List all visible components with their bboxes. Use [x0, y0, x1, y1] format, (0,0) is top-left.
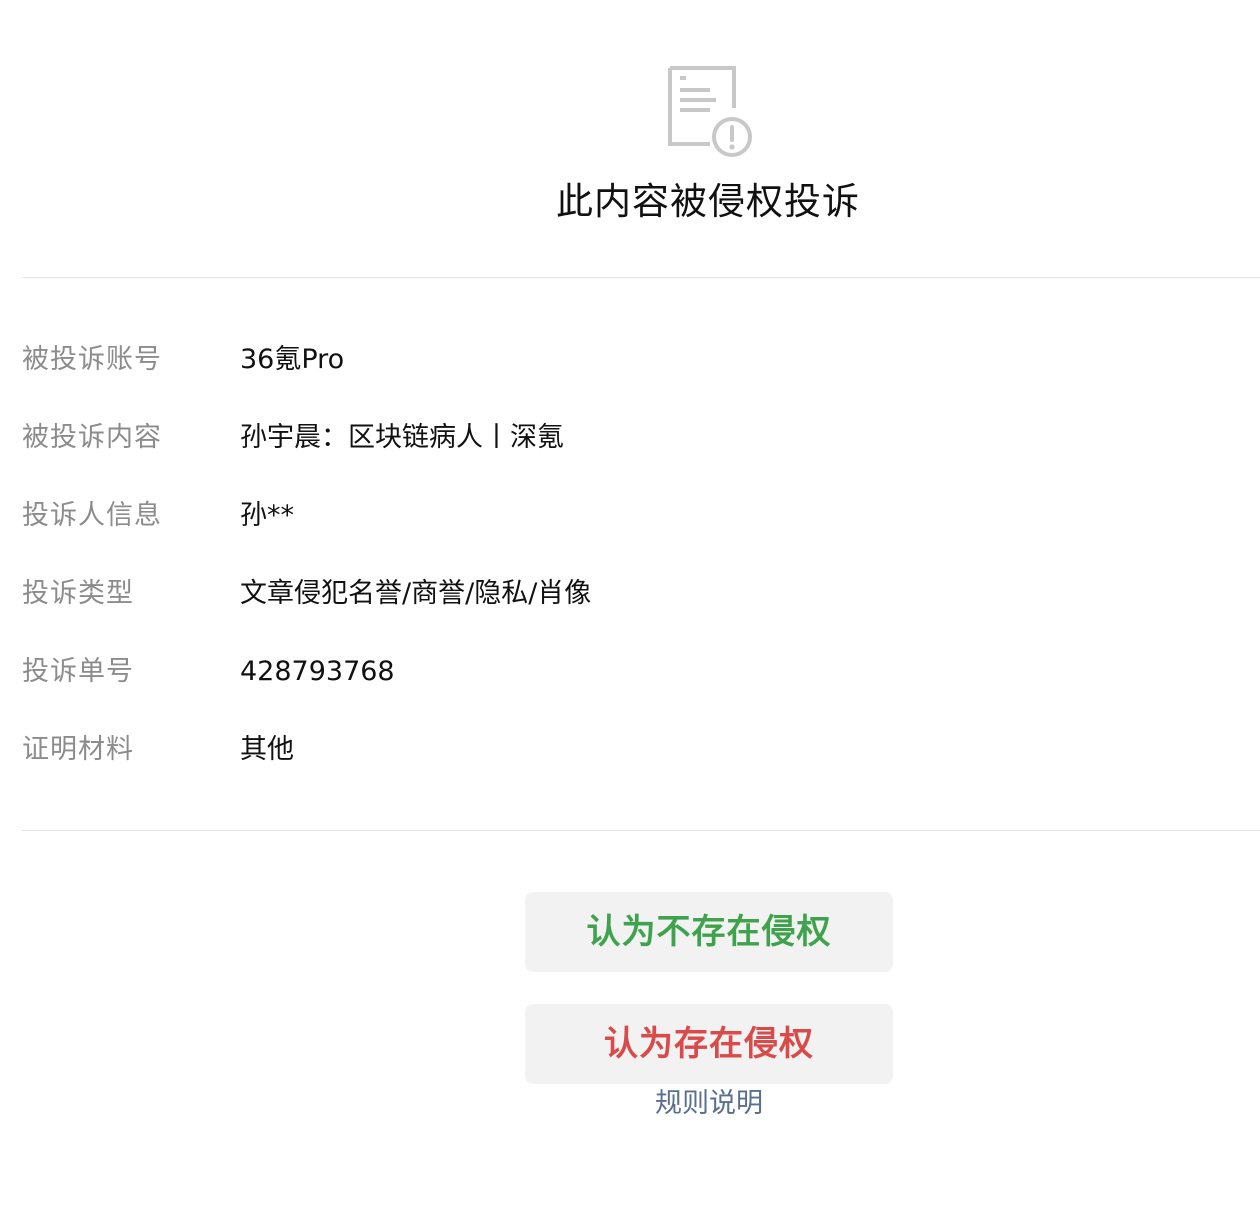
content-value: 孙宇晨：区块链病人丨深氪	[240, 422, 564, 453]
evidence-value: 其他	[240, 734, 294, 765]
document-warning-icon	[668, 66, 752, 157]
page-title: 此内容被侵权投诉	[556, 180, 860, 223]
complaint-number-value: 428793768	[240, 656, 395, 687]
complaint-page: 此内容被侵权投诉 被投诉账号 36氪Pro 被投诉内容 孙宇晨：区块链病人丨深氪…	[0, 0, 1260, 1222]
no-infringement-button[interactable]: 认为不存在侵权	[525, 892, 893, 972]
complaint-type-value: 文章侵犯名誉/商誉/隐私/肖像	[240, 578, 592, 609]
rules-link[interactable]: 规则说明	[525, 1084, 893, 1124]
header: 此内容被侵权投诉	[0, 0, 1260, 278]
infringement-button[interactable]: 认为存在侵权	[525, 1004, 893, 1084]
info-row-complainant: 投诉人信息 孙**	[0, 486, 1260, 564]
complaint-number-label: 投诉单号	[22, 656, 134, 687]
account-value: 36氪Pro	[240, 344, 345, 375]
info-row-account: 被投诉账号 36氪Pro	[0, 330, 1260, 408]
bottom-divider	[22, 830, 1260, 831]
complainant-label: 投诉人信息	[22, 500, 162, 531]
complaint-type-label: 投诉类型	[22, 578, 134, 609]
top-divider	[22, 277, 1260, 278]
info-row-content: 被投诉内容 孙宇晨：区块链病人丨深氪	[0, 408, 1260, 486]
info-row-type: 投诉类型 文章侵犯名誉/商誉/隐私/肖像	[0, 564, 1260, 642]
evidence-label: 证明材料	[22, 734, 134, 765]
content-label: 被投诉内容	[22, 422, 162, 453]
info-row-number: 投诉单号 428793768	[0, 642, 1260, 720]
account-label: 被投诉账号	[22, 344, 162, 375]
complainant-value: 孙**	[240, 500, 294, 531]
complaint-info-list: 被投诉账号 36氪Pro 被投诉内容 孙宇晨：区块链病人丨深氪 投诉人信息 孙*…	[0, 330, 1260, 798]
info-row-evidence: 证明材料 其他	[0, 720, 1260, 798]
